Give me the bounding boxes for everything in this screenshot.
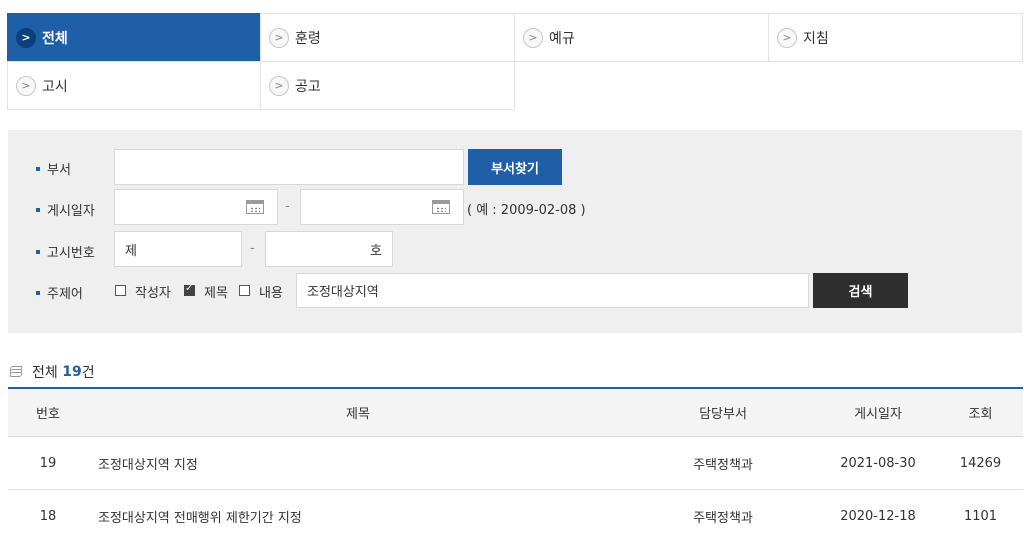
notice-separator: - [250,241,255,256]
author-checkbox[interactable] [115,285,126,296]
result-count: 전체 19 건 [9,362,95,382]
bullet-icon [36,207,40,212]
title-checkbox-label: 제목 [204,286,228,301]
notice-prefix: 제 [125,243,137,259]
table-row: 19 조정대상지역 지정 주택정책과 2021-08-30 14269 [8,437,1023,490]
row-views: 14269 [959,455,1002,471]
notice-suffix: 호 [370,243,382,259]
row-dept: 주택정책과 [693,510,753,526]
chevron-right-icon: > [269,27,289,48]
date-format-hint: ( 예 : 2009-02-08 ) [467,203,586,218]
bullet-icon [36,166,40,171]
keyword-input[interactable]: 조정대상지역 [296,273,809,308]
dept-input[interactable] [114,149,464,185]
stack-icon [9,366,24,378]
table-row: 18 조정대상지역 전매행위 제한기간 지정 주택정책과 2020-12-18 … [8,490,1023,542]
calendar-icon[interactable] [432,200,450,214]
result-count-number: 19 [62,364,82,380]
notice-number-to-input[interactable]: 호 [265,231,393,267]
header-dept: 담당부서 [699,407,747,422]
row-num: 19 [39,455,57,471]
tab-label: 전체 [42,30,68,47]
title-checkbox[interactable] [184,283,195,296]
tab-label: 고시 [42,78,68,95]
tab-rule[interactable]: > 예규 [514,13,769,62]
keyword-label-text: 주제어 [47,287,83,302]
notice-number-label: 고시번호 [36,242,95,261]
tab-notice[interactable]: > 고시 [7,61,261,110]
row-dept: 주택정책과 [693,457,753,473]
table-header: 번호 제목 담당부서 게시일자 조회 [8,389,1023,437]
chevron-right-icon: > [16,75,36,96]
content-checkbox[interactable] [239,285,250,296]
find-dept-button[interactable]: 부서찾기 [468,149,562,185]
tab-all[interactable]: > 전체 [7,13,261,62]
tab-directive[interactable]: > 훈령 [260,13,515,62]
results-table: 번호 제목 담당부서 게시일자 조회 19 조정대상지역 지정 주택정책과 20… [8,387,1023,542]
date-label-text: 게시일자 [47,204,95,219]
chevron-right-icon: > [269,75,289,96]
header-views: 조회 [968,407,993,422]
header-num: 번호 [36,407,60,422]
tab-label: 훈령 [295,30,321,47]
chevron-right-icon: > [16,27,36,48]
content-checkbox-label: 내용 [259,286,283,301]
bullet-icon [36,249,40,254]
chevron-right-icon: > [777,27,797,48]
bullet-icon [36,290,40,295]
tab-label: 공고 [295,78,321,95]
notice-number-from-input[interactable]: 제 [114,231,242,267]
row-views: 1101 [963,508,998,524]
dept-label: 부서 [36,159,71,178]
row-num: 18 [39,508,57,524]
author-checkbox-label: 작성자 [135,286,171,301]
row-title-link[interactable]: 조정대상지역 전매행위 제한기간 지정 [88,490,628,542]
chevron-right-icon: > [523,27,543,48]
tab-label: 예규 [549,30,575,47]
header-title: 제목 [346,407,370,422]
search-button[interactable]: 검색 [813,273,908,308]
search-panel: 부서 부서찾기 게시일자 - ( 예 : 2009-02-08 ) 고시번호 제… [8,130,1022,333]
row-date: 2020-12-18 [840,508,916,524]
header-date: 게시일자 [854,407,902,422]
notice-number-label-text: 고시번호 [47,246,95,261]
row-date: 2021-08-30 [840,455,916,471]
dept-label-text: 부서 [47,163,71,178]
tab-announcement[interactable]: > 공고 [260,61,515,110]
tab-label: 지침 [803,30,829,47]
result-count-prefix: 전체 [32,365,58,381]
date-label: 게시일자 [36,200,95,219]
keyword-label: 주제어 [36,283,83,302]
row-title-link[interactable]: 조정대상지역 지정 [88,437,628,489]
date-separator: - [285,199,290,214]
tab-guideline[interactable]: > 지침 [768,13,1023,62]
result-count-suffix: 건 [81,365,95,381]
calendar-icon[interactable] [246,200,264,214]
